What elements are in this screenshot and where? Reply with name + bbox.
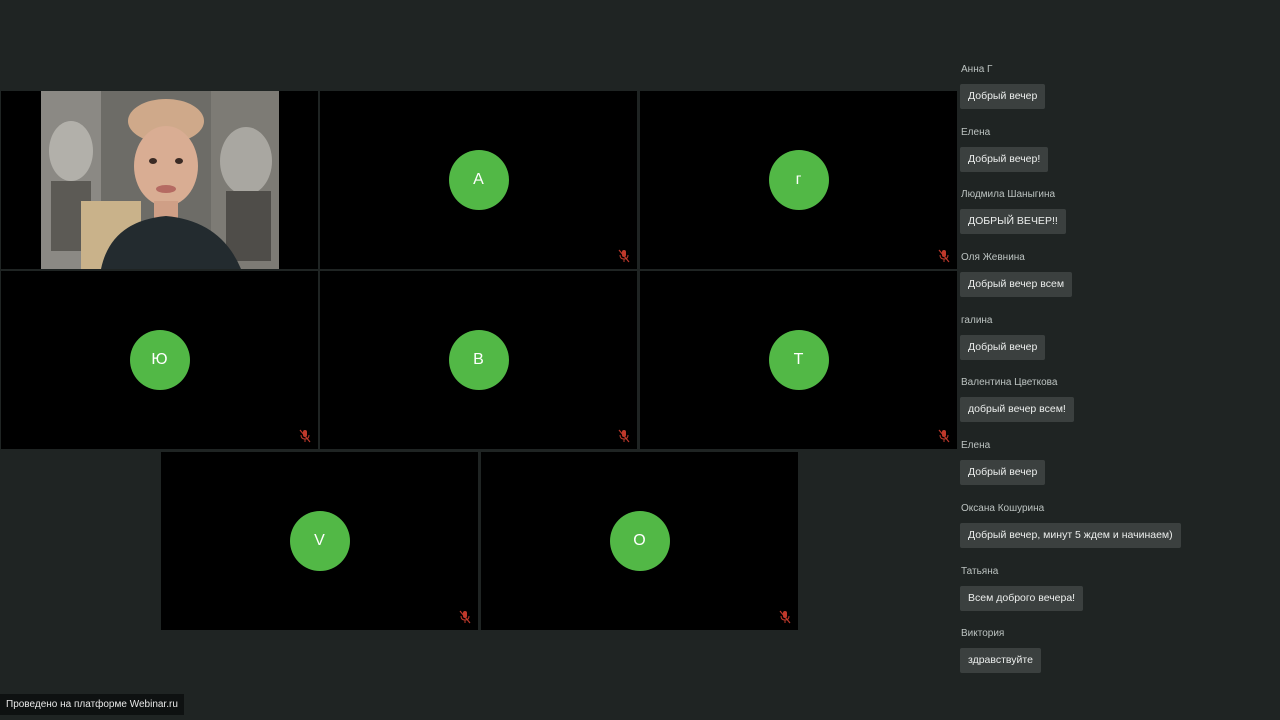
participant-tile[interactable]: г [640, 91, 957, 269]
chat-message-author: Оля Жевнина [961, 252, 1025, 264]
participant-video [41, 91, 279, 269]
participant-tile[interactable]: В [320, 271, 637, 449]
chat-message-author: Елена [961, 126, 991, 138]
chat-message-author: Елена [961, 440, 991, 452]
chat-message-author: Валентина Цветкова [961, 377, 1058, 389]
participant-avatar: Т [768, 330, 829, 390]
chat-message-bubble: Добрый вечер [960, 460, 1046, 486]
participant-tile[interactable] [1, 91, 318, 269]
chat-message-bubble: Добрый вечер! [960, 146, 1049, 172]
participant-avatar: V [289, 511, 350, 571]
chat-message-author: Виктория [961, 628, 1005, 640]
participant-avatar: А [448, 150, 509, 210]
participant-tile[interactable]: А [320, 91, 637, 269]
microphone-muted-icon [938, 249, 950, 263]
chat-message-bubble: Добрый вечер [960, 334, 1046, 360]
chat-message-bubble: Всем доброго вечера! [960, 585, 1084, 611]
participant-tile[interactable]: О [481, 452, 798, 630]
chat-message: Оксана Кошурина Добрый вечер, минут 5 жд… [960, 499, 1280, 562]
chat-message-author: Татьяна [961, 565, 999, 577]
microphone-muted-icon [299, 429, 311, 443]
microphone-muted-icon [618, 249, 630, 263]
participant-tile[interactable]: Т [640, 271, 957, 449]
chat-message: Елена Добрый вечер [960, 436, 1280, 499]
chat-message-author: Людмила Шаныгина [961, 189, 1056, 201]
participant-tile[interactable]: Ю [1, 271, 318, 449]
participant-avatar: Ю [129, 330, 190, 390]
chat-message: Оля Жевнина Добрый вечер всем [960, 248, 1280, 311]
microphone-muted-icon [779, 610, 791, 624]
participant-avatar: О [609, 511, 670, 571]
participant-tile[interactable]: V [161, 452, 478, 630]
chat-message: Людмила Шаныгина ДОБРЫЙ ВЕЧЕР!! [960, 185, 1280, 248]
chat-message: Виктория здравствуйте [960, 624, 1280, 687]
chat-message-bubble: Добрый вечер [960, 84, 1046, 109]
chat-message-bubble: здравствуйте [960, 648, 1041, 674]
chat-message-author: Анна Г [961, 64, 993, 75]
chat-message: галина Добрый вечер [960, 311, 1280, 374]
microphone-muted-icon [618, 429, 630, 443]
participant-avatar: г [768, 150, 829, 210]
chat-message-bubble: Добрый вечер всем [960, 272, 1073, 298]
microphone-muted-icon [938, 429, 950, 443]
microphone-muted-icon [459, 610, 471, 624]
chat-message-bubble: ДОБРЫЙ ВЕЧЕР!! [960, 209, 1066, 235]
chat-message-bubble: добрый вечер всем! [960, 397, 1074, 423]
platform-credit[interactable]: Проведено на платформе Webinar.ru [0, 694, 184, 715]
chat-panel: Анна Г Добрый вечер Елена Добрый вечер! … [960, 60, 1280, 687]
chat-message: Валентина Цветкова добрый вечер всем! [960, 373, 1280, 436]
chat-message: Анна Г Добрый вечер [960, 60, 1280, 123]
chat-message: Елена Добрый вечер! [960, 123, 1280, 186]
chat-message-author: Оксана Кошурина [961, 502, 1045, 514]
participant-avatar: В [448, 330, 509, 390]
chat-message-author: галина [961, 314, 993, 326]
chat-message: Татьяна Всем доброго вечера! [960, 562, 1280, 625]
chat-message-bubble: Добрый вечер, минут 5 ждем и начинаем) [960, 522, 1181, 548]
webcam-image [41, 91, 279, 269]
